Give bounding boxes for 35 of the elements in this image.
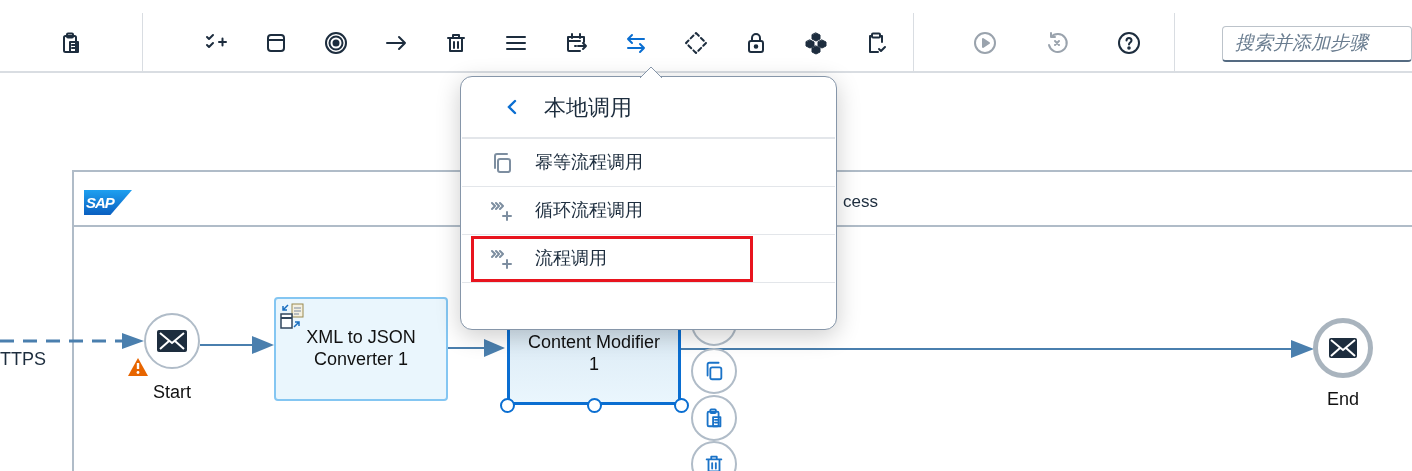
start-event[interactable] [144,313,200,369]
resize-handle[interactable] [674,398,689,413]
menu-item[interactable]: 循环流程调用 [462,187,835,235]
cubes-icon [804,30,829,55]
chevron-left-icon [505,98,519,116]
trash-icon [703,453,725,471]
end-event[interactable] [1313,318,1373,378]
menu-item-label: 流程调用 [535,247,607,270]
play-icon [973,30,998,55]
sap-logo: SAP [84,190,132,215]
end-label: End [1326,388,1360,411]
dashed-diamond-icon [684,30,709,55]
help-icon [1117,30,1142,55]
menu-item[interactable]: 幂等流程调用 [462,139,835,187]
step-label: XML to JSON Converter 1 [305,326,417,370]
step-box[interactable]: XML to JSON Converter 1 [274,297,448,401]
undo-x-icon [1045,30,1070,55]
converter-icon [280,303,306,329]
start-label: Start [152,381,192,404]
paste-button[interactable] [691,395,737,441]
edge-label: TTPS [0,348,46,370]
menu-item-label: 幂等流程调用 [535,151,643,174]
menu-item[interactable]: 流程调用 [462,235,835,283]
copy-button[interactable] [691,348,737,394]
resize-handle[interactable] [500,398,515,413]
envelope-icon [1329,338,1357,358]
flow-arrow [446,338,506,358]
pool-title: cess [843,191,878,213]
step-label: Content Modifier 1 [526,331,662,375]
popover-title: 本地调用 [544,93,632,122]
search-field[interactable]: 搜索并添加步骤 [1222,25,1412,62]
envelope-icon [157,330,187,352]
menu-item-label: 循环流程调用 [535,199,643,222]
target-icon [324,30,349,55]
calendar-arrow-icon [564,30,589,55]
